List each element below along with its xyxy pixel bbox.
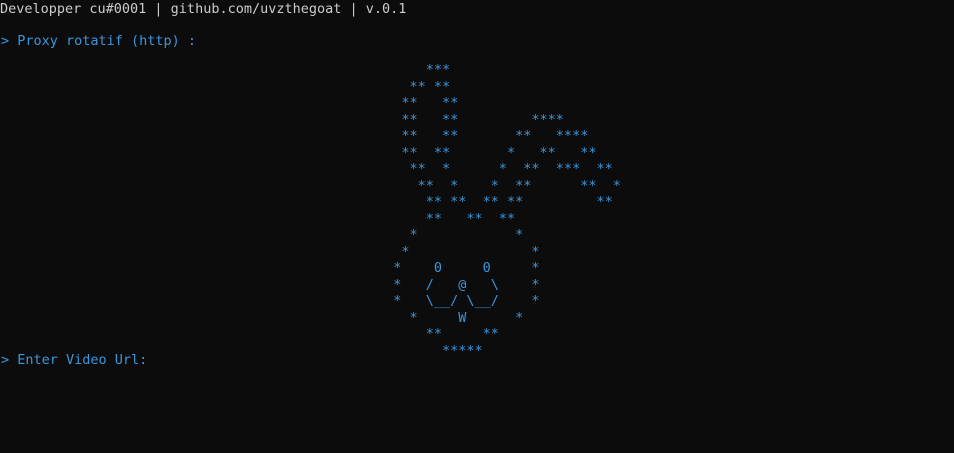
ascii-art-line: * 0 0 *: [377, 260, 540, 276]
ascii-art-line: * *: [377, 243, 540, 260]
ascii-art-line: ** ** ** ****: [377, 128, 589, 144]
ascii-art-line: * / @ \ *: [377, 276, 540, 293]
ascii-art-line: *****: [377, 342, 483, 359]
ascii-art-logo: *** ** ** ** ** ** ** **** ** ** ** ****…: [377, 62, 621, 359]
ascii-art-line: ** **: [377, 78, 451, 95]
proxy-prompt: > Proxy rotatif (http) :: [1, 33, 197, 49]
ascii-art-line: * *: [377, 227, 524, 243]
ascii-art-line: * W *: [377, 309, 524, 326]
ascii-art-line: * \__/ \__/ *: [377, 293, 540, 309]
ascii-art-line: ** **: [377, 326, 499, 342]
header-text: Developper cu#0001 | github.com/uvzthego…: [0, 1, 407, 17]
ascii-art-line: ** * * ** ** *: [377, 177, 621, 194]
video-url-prompt: > Enter Video Url:: [1, 352, 148, 368]
ascii-art-line: ** **: [377, 95, 459, 111]
video-url-input-line[interactable]: > Enter Video Url:: [1, 352, 147, 368]
terminal-window[interactable]: Developper cu#0001 | github.com/uvzthego…: [0, 0, 954, 453]
ascii-art-line: ** ** ****: [377, 111, 564, 128]
ascii-art-line: ** * * ** *** **: [377, 161, 613, 177]
ascii-art-line: ** ** **: [377, 210, 516, 227]
ascii-art-line: ** ** ** ** **: [377, 194, 613, 210]
ascii-art-line: ***: [377, 62, 451, 78]
ascii-art-line: ** ** * ** **: [377, 144, 597, 161]
